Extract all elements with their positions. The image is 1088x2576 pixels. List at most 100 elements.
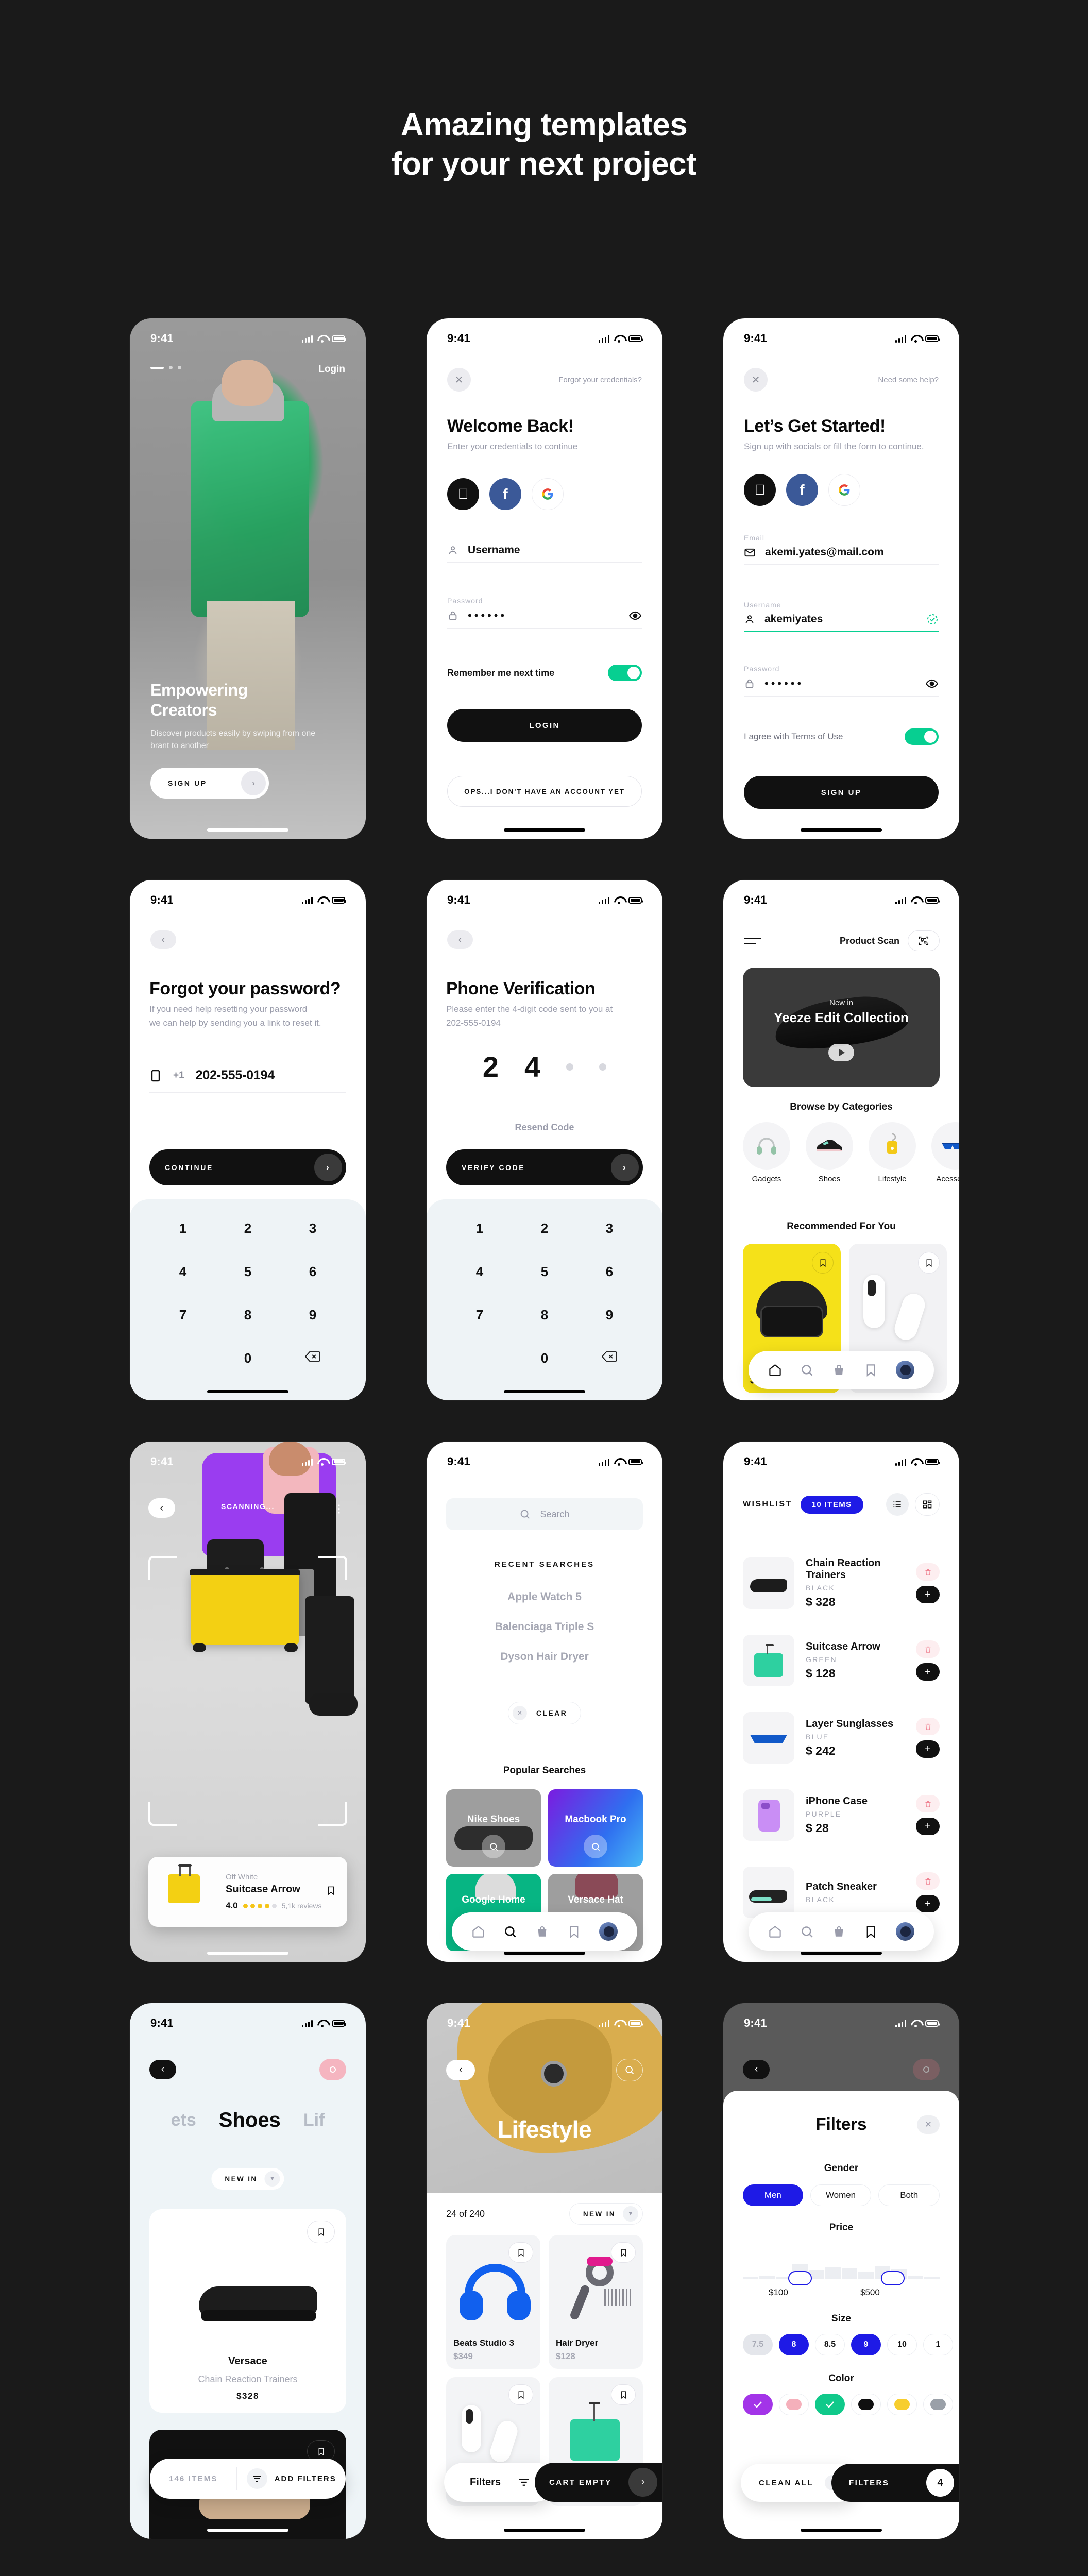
email-field[interactable]: Email akemi.yates@mail.com xyxy=(744,534,939,565)
tab-previous[interactable]: ets xyxy=(171,2110,196,2130)
avatar[interactable] xyxy=(599,1922,618,1941)
continue-button[interactable]: CONTINUE › xyxy=(149,1149,346,1185)
add-filters-button[interactable]: ADD FILTERS xyxy=(237,2468,346,2489)
sort-dropdown[interactable]: NEW IN ▼ xyxy=(211,2168,284,2190)
signup-button[interactable]: SIGN UP › xyxy=(150,768,269,799)
apple-icon[interactable]:  xyxy=(447,478,479,510)
key-0[interactable]: 0 xyxy=(244,1350,251,1366)
wishlist-rows[interactable]: Chain Reaction Trainers BLACK $ 328 + Su… xyxy=(743,1545,940,1931)
bookmark-icon[interactable] xyxy=(508,2242,533,2263)
recent-searches-list[interactable]: Apple Watch 5 Balenciaga Triple S Dyson … xyxy=(427,1591,662,1663)
password-field[interactable]: Password •••••• xyxy=(744,665,939,697)
home-icon[interactable] xyxy=(768,1925,782,1939)
key-3[interactable]: 3 xyxy=(309,1221,316,1236)
login-link[interactable]: Login xyxy=(318,364,345,375)
size-option-8-5[interactable]: 8.5 xyxy=(815,2334,845,2355)
plus-icon[interactable]: + xyxy=(916,1818,940,1835)
login-button[interactable]: LOGIN xyxy=(447,709,642,742)
back-button[interactable]: ‹ xyxy=(150,930,176,949)
back-button[interactable]: ‹ xyxy=(149,2060,176,2079)
key-3[interactable]: 3 xyxy=(606,1221,613,1236)
gender-option-women[interactable]: Women xyxy=(810,2184,872,2206)
popular-card[interactable]: Nike Shoes xyxy=(446,1789,541,1867)
remember-me-row[interactable]: Remember me next time xyxy=(447,665,642,681)
plus-icon[interactable]: + xyxy=(916,1895,940,1912)
bottom-nav[interactable] xyxy=(749,1351,934,1389)
terms-row[interactable]: I agree with Terms of Use xyxy=(744,728,939,745)
key-5[interactable]: 5 xyxy=(541,1264,548,1280)
backspace-icon[interactable] xyxy=(304,1350,320,1366)
signup-button[interactable]: SIGN UP xyxy=(744,776,939,809)
google-icon[interactable] xyxy=(532,478,564,510)
gender-option-men[interactable]: Men xyxy=(743,2184,803,2206)
size-option-11[interactable]: 1 xyxy=(923,2334,953,2355)
password-field[interactable]: Password •••••• xyxy=(447,597,642,629)
hero-banner[interactable]: New in Yeeze Edit Collection xyxy=(743,968,940,1087)
bookmark-icon[interactable] xyxy=(864,1925,878,1939)
bookmark-icon[interactable] xyxy=(611,2384,636,2405)
size-option-7-5[interactable]: 7.5 xyxy=(743,2334,773,2355)
numeric-keypad[interactable]: 1 2 3 4 5 6 7 8 9 0 xyxy=(427,1199,662,1400)
key-8[interactable]: 8 xyxy=(244,1307,251,1323)
color-swatch-yellow[interactable] xyxy=(887,2394,917,2415)
product-card[interactable]: Hair Dryer $128 xyxy=(549,2235,643,2369)
backspace-icon[interactable] xyxy=(601,1350,617,1366)
trash-icon[interactable] xyxy=(916,1563,940,1581)
key-6[interactable]: 6 xyxy=(309,1264,316,1280)
product-card[interactable]: Beats Studio 3 $349 xyxy=(446,2235,540,2369)
tab-active[interactable]: Shoes xyxy=(219,2109,281,2132)
size-option-10[interactable]: 10 xyxy=(887,2334,917,2355)
category-accessories[interactable]: Acessories xyxy=(931,1122,959,1183)
qr-scan-icon[interactable] xyxy=(908,930,940,951)
bookmark-icon[interactable] xyxy=(611,2242,636,2263)
sort-dropdown[interactable]: NEW IN ▼ xyxy=(569,2203,643,2225)
table-row[interactable]: Suitcase Arrow GREEN $ 128 + xyxy=(743,1622,940,1699)
category-shoes[interactable]: Shoes xyxy=(806,1122,853,1183)
cart-button[interactable]: CART EMPTY › xyxy=(535,2463,662,2502)
key-7[interactable]: 7 xyxy=(476,1307,483,1323)
eye-icon[interactable] xyxy=(628,609,642,622)
eye-icon[interactable] xyxy=(925,677,939,690)
key-7[interactable]: 7 xyxy=(179,1307,186,1323)
bookmark-icon[interactable] xyxy=(812,1252,834,1274)
list-item[interactable]: Balenciaga Triple S xyxy=(427,1621,662,1633)
phone-field[interactable]: +1 202-555-0194 xyxy=(149,1068,346,1093)
tab-next[interactable]: Lif xyxy=(303,2110,325,2130)
avatar[interactable] xyxy=(896,1361,915,1379)
close-icon[interactable]: ✕ xyxy=(917,2115,940,2134)
plus-icon[interactable]: + xyxy=(916,1586,940,1603)
price-slider-min[interactable] xyxy=(788,2271,812,2285)
bookmark-icon[interactable] xyxy=(307,2221,335,2243)
hamburger-icon[interactable] xyxy=(744,937,761,944)
key-1[interactable]: 1 xyxy=(179,1221,186,1236)
color-swatch-gray[interactable] xyxy=(923,2394,953,2415)
avatar[interactable] xyxy=(896,1922,915,1941)
key-8[interactable]: 8 xyxy=(541,1307,548,1323)
facebook-icon[interactable]: f xyxy=(489,478,521,510)
bookmark-icon[interactable] xyxy=(508,2384,533,2405)
home-icon[interactable] xyxy=(768,1363,782,1377)
cart-badge-icon[interactable] xyxy=(913,2059,940,2080)
play-icon[interactable] xyxy=(828,1044,854,1061)
color-swatches[interactable] xyxy=(743,2394,959,2415)
key-5[interactable]: 5 xyxy=(244,1264,251,1280)
search-icon[interactable] xyxy=(616,2059,643,2081)
category-gadgets[interactable]: Gadgets xyxy=(743,1122,790,1183)
product-card[interactable]: Versace Chain Reaction Trainers $328 xyxy=(149,2209,346,2413)
username-field[interactable]: Username akemiyates xyxy=(744,601,939,632)
need-help-link[interactable]: Need some help? xyxy=(878,376,939,384)
key-9[interactable]: 9 xyxy=(606,1307,613,1323)
bookmark-icon[interactable] xyxy=(864,1363,878,1377)
filter-bar[interactable]: 146 ITEMS ADD FILTERS xyxy=(150,2459,346,2499)
back-button[interactable]: ‹ xyxy=(446,2060,475,2080)
list-view-icon[interactable] xyxy=(886,1493,909,1516)
key-6[interactable]: 6 xyxy=(606,1264,613,1280)
gender-option-both[interactable]: Both xyxy=(878,2184,940,2206)
key-4[interactable]: 4 xyxy=(179,1264,186,1280)
product-summary-card[interactable]: Off White Suitcase Arrow 4.0 5,1k review… xyxy=(148,1857,347,1927)
key-2[interactable]: 2 xyxy=(541,1221,548,1236)
search-icon[interactable] xyxy=(503,1925,517,1939)
carousel-dots[interactable] xyxy=(150,366,181,369)
key-1[interactable]: 1 xyxy=(476,1221,483,1236)
size-option-9[interactable]: 9 xyxy=(851,2334,881,2355)
